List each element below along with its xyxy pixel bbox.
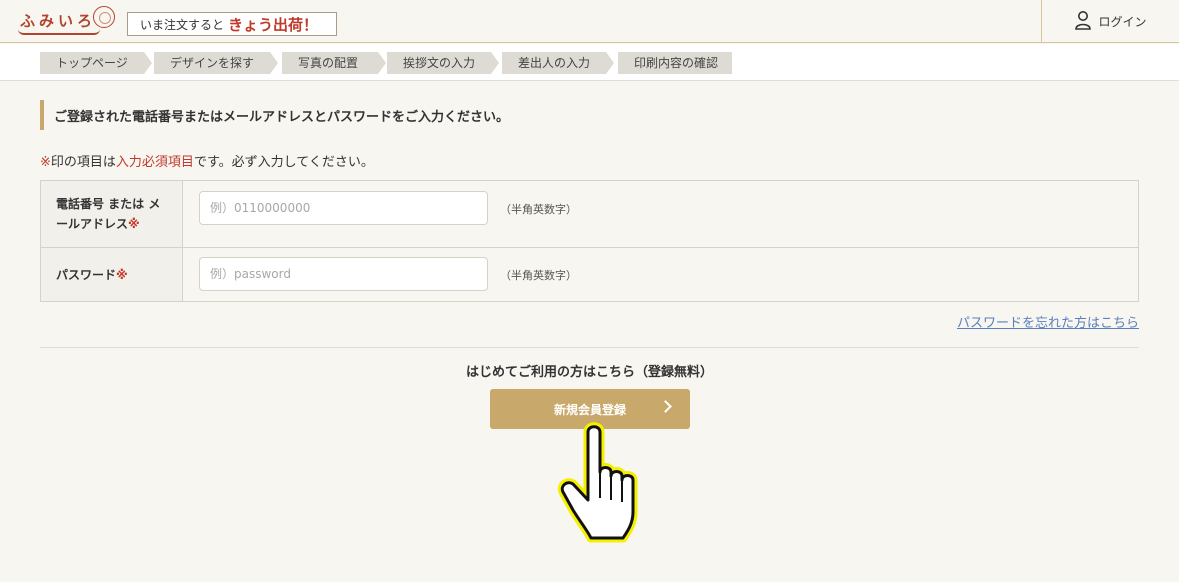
- banner-small-text: いま注文すると: [140, 17, 225, 32]
- phone-hint: （半角英数字）: [500, 203, 577, 216]
- banner-big-text: きょう出荷！: [228, 15, 319, 34]
- page-heading: ご登録された電話番号またはメールアドレスとパスワードをご入力ください。: [54, 110, 510, 125]
- chevron-right-icon: [659, 400, 672, 413]
- note-required: 入力必須項目: [115, 155, 194, 170]
- forgot-password-link[interactable]: パスワードを忘れた方はこちら: [957, 312, 1139, 331]
- step-print-confirm: 印刷内容の確認: [618, 52, 732, 74]
- section-divider: [40, 347, 1139, 348]
- password-hint: （半角英数字）: [500, 269, 577, 282]
- login-button[interactable]: ログイン: [1041, 0, 1179, 43]
- step-sender-input: 差出人の入力: [502, 52, 616, 74]
- required-mark: ※: [116, 267, 128, 282]
- password-cell: （半角英数字）: [183, 248, 1138, 301]
- step-photo-layout: 写真の配置: [282, 52, 388, 74]
- step-label: デザインを探す: [170, 56, 255, 70]
- note-post: です。必ず入力してください。: [193, 155, 374, 170]
- password-label-text: パスワード: [56, 267, 117, 282]
- password-input[interactable]: [199, 257, 488, 291]
- login-form-table: 電話番号 または メールアドレス※ （半角英数字） パスワード※ （半角英数字）: [40, 180, 1139, 302]
- required-mark: ※: [128, 217, 140, 231]
- logo-seal-icon: [93, 6, 115, 28]
- order-steps-breadcrumb: トップページ デザインを探す 写真の配置 挨拶文の入力 差出人の入力 印刷内容の…: [0, 44, 1179, 81]
- step-find-design: デザインを探す: [154, 52, 280, 74]
- user-icon: [1074, 10, 1092, 34]
- phone-email-label: 電話番号 または メールアドレス※: [41, 181, 183, 247]
- phone-label-line1: 電話番号 または メ: [56, 197, 161, 211]
- phone-email-cell: （半角英数字）: [183, 181, 1138, 247]
- note-mark: ※: [40, 155, 51, 170]
- phone-label-line2: ールアドレス: [56, 217, 129, 231]
- logo-text: ふみいろ: [20, 12, 97, 30]
- same-day-shipping-banner: いま注文すると きょう出荷！: [127, 12, 337, 36]
- hand-pointer-cursor-icon: [553, 420, 663, 550]
- phone-email-row: 電話番号 または メールアドレス※ （半角英数字）: [41, 181, 1138, 248]
- site-logo[interactable]: ふみいろ: [18, 6, 116, 36]
- step-label: 写真の配置: [298, 56, 359, 70]
- password-label: パスワード※: [41, 248, 183, 301]
- phone-email-input[interactable]: [199, 191, 488, 225]
- site-header: ふみいろ いま注文すると きょう出荷！ ログイン: [0, 0, 1179, 43]
- step-label: 差出人の入力: [518, 56, 591, 70]
- note-pre: 印の項目は: [50, 155, 116, 170]
- step-greeting-input: 挨拶文の入力: [387, 52, 501, 74]
- logo-swoosh: [18, 29, 100, 35]
- register-button-label: 新規会員登録: [553, 402, 626, 417]
- login-label: ログイン: [1098, 15, 1147, 29]
- step-label: 印刷内容の確認: [634, 56, 719, 70]
- heading-accent-bar: [40, 100, 44, 130]
- first-time-text: はじめてご利用の方はこちら（登録無料）: [465, 365, 713, 380]
- password-row: パスワード※ （半角英数字）: [41, 248, 1138, 301]
- required-note: ※印の項目は入力必須項目です。必ず入力してください。: [40, 151, 374, 170]
- step-label: 挨拶文の入力: [403, 56, 476, 70]
- step-top-page: トップページ: [40, 52, 154, 74]
- step-label: トップページ: [56, 56, 128, 70]
